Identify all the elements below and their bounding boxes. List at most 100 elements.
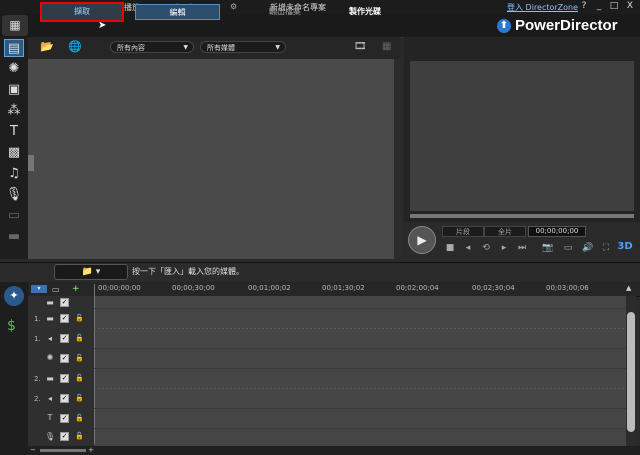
zoom-slider[interactable] <box>40 449 86 452</box>
voiceover-mic-icon[interactable]: 🎙 <box>4 186 24 204</box>
next-frame-icon[interactable]: ▸ <box>498 242 510 254</box>
media-room-icon[interactable]: ▤ <box>4 39 24 57</box>
external-display-icon[interactable]: ▭ <box>562 242 574 254</box>
zoom-out-icon[interactable]: − <box>30 446 36 454</box>
film-mode-icon[interactable]: ▦ <box>2 15 28 36</box>
storyboard-view-icon[interactable]: ▭ <box>52 285 60 294</box>
transition-room-icon[interactable]: ▩ <box>4 144 24 162</box>
track-divider <box>94 428 626 429</box>
lock-icon[interactable]: 🔓 <box>75 432 84 440</box>
track-enable-checkbox[interactable]: ✓ <box>60 414 69 423</box>
hint-text: 按一下「匯入」載入您的媒體。 <box>132 267 244 276</box>
track-enable-checkbox[interactable]: ✓ <box>60 354 69 363</box>
media-library-icon[interactable]: 🎞 <box>354 41 367 52</box>
particle-room-icon[interactable]: ⁂ <box>4 102 24 120</box>
pip-room-icon[interactable]: ▣ <box>4 81 24 99</box>
room-toolbar: ▤ ✺ ▣ ⁂ T ▩ ♫ 🎙 ▭ ▬ <box>0 37 29 259</box>
collapse-handle[interactable] <box>28 155 34 171</box>
tab-capture[interactable]: 擷取 <box>40 2 124 22</box>
powerdirector-logo-icon: ⬆ <box>497 18 511 33</box>
media-filter-value: 所有媒體 <box>207 44 235 52</box>
timeline-scroll-thumb[interactable] <box>627 312 635 432</box>
movie-mode-button[interactable]: 全片 <box>484 226 526 237</box>
lock-icon[interactable]: 🔓 <box>75 334 84 342</box>
ruler-label: 00;03;00;06 <box>546 284 589 292</box>
ruler-label: 00;02;00;04 <box>396 284 439 292</box>
magic-tools-icon[interactable]: ✦ <box>4 286 24 306</box>
previous-frame-icon[interactable]: ◂ <box>462 242 474 254</box>
clip-mode-button[interactable]: 片段 <box>442 226 484 237</box>
lock-icon[interactable]: 🔓 <box>75 394 84 402</box>
track-number: 1. <box>34 315 41 323</box>
lock-icon[interactable]: 🔓 <box>75 354 84 362</box>
maximize-button[interactable]: □ <box>608 1 620 12</box>
ruler-label: 00;02;30;04 <box>472 284 515 292</box>
timeline-scroll-up-icon[interactable]: ▲ <box>626 284 631 292</box>
chapter-room-icon[interactable]: ▭ <box>4 207 24 225</box>
login-directorzone-link[interactable]: 登入 DirectorZone <box>507 2 578 13</box>
brand: ⬆ PowerDirector <box>497 14 618 37</box>
play-button[interactable]: ▶ <box>408 226 436 254</box>
track-enable-checkbox[interactable]: ✓ <box>60 432 69 441</box>
timeline-view-icon[interactable]: ▾ <box>31 285 47 293</box>
lock-icon[interactable]: 🔓 <box>75 414 84 422</box>
title-track-icon: T <box>47 413 53 422</box>
help-button[interactable]: ? <box>578 1 590 12</box>
library-scrollbar[interactable] <box>394 59 402 259</box>
ruler-label: 00;00;30;00 <box>172 284 215 292</box>
download-globe-icon[interactable]: 🌐 <box>68 40 82 53</box>
stop-icon[interactable]: ■ <box>444 242 456 254</box>
track-enable-checkbox[interactable]: ✓ <box>60 374 69 383</box>
track-divider <box>94 408 626 409</box>
library-menu-icon[interactable]: ▦ <box>382 41 391 52</box>
track-enable-checkbox[interactable]: ✓ <box>60 334 69 343</box>
tab-create-disc[interactable]: 製作光碟 <box>330 4 400 20</box>
lock-icon[interactable]: 🔓 <box>75 314 84 322</box>
tab-produce[interactable]: 輸出檔案 <box>240 4 330 20</box>
title-room-icon[interactable]: T <box>4 123 24 141</box>
magic-music-icon[interactable]: $ <box>7 318 16 334</box>
track-enable-checkbox[interactable]: ✓ <box>60 298 69 307</box>
lock-icon[interactable]: 🔓 <box>75 374 84 382</box>
folder-dropdown-button[interactable]: 📁 ▾ <box>54 264 128 280</box>
audio-track-icon: ◂ <box>47 334 52 343</box>
media-filter-dropdown[interactable]: 所有媒體 ▼ <box>200 41 286 53</box>
ruler-label: 00;01;30;02 <box>322 284 365 292</box>
track-enable-checkbox[interactable]: ✓ <box>60 394 69 403</box>
audio-mixing-icon[interactable]: ♫ <box>4 165 24 183</box>
minimize-button[interactable]: _ <box>593 1 605 12</box>
timecode-display[interactable]: 00;00;00;00 <box>528 226 586 237</box>
zoom-in-icon[interactable]: + <box>88 446 94 454</box>
fast-forward-icon[interactable]: ⏭ <box>516 242 528 254</box>
fullscreen-icon[interactable]: ⛶ <box>600 242 612 254</box>
track-enable-checkbox[interactable]: ✓ <box>60 314 69 323</box>
loop-icon[interactable]: ⟲ <box>480 242 492 254</box>
content-filter-dropdown[interactable]: 所有內容 ▼ <box>110 41 194 53</box>
snapshot-camera-icon[interactable]: 📷 <box>542 242 554 254</box>
3d-mode-button[interactable]: 3D <box>616 240 634 254</box>
add-track-icon[interactable]: + <box>72 284 80 294</box>
audio-track-icon: ◂ <box>47 394 52 403</box>
track-number: 2. <box>34 375 41 383</box>
brand-name: PowerDirector <box>515 17 618 34</box>
track-divider <box>94 348 626 349</box>
subtitle-room-icon[interactable]: ▬ <box>4 228 24 246</box>
import-folder-icon[interactable]: 📂 <box>40 40 54 53</box>
close-button[interactable]: X <box>624 1 636 12</box>
track-divider <box>94 388 626 389</box>
settings-gear-icon[interactable]: ⚙ <box>230 2 237 11</box>
volume-icon[interactable]: 🔊 <box>582 242 594 254</box>
effect-room-icon[interactable]: ✺ <box>4 60 24 78</box>
video-track-icon: ▬ <box>46 298 54 307</box>
video-track-icon: ▬ <box>46 314 54 323</box>
preview-screen <box>410 61 634 211</box>
media-library-area[interactable] <box>28 59 394 259</box>
chevron-down-icon: ▼ <box>275 44 280 51</box>
tab-edit[interactable]: 編輯 <box>135 4 220 20</box>
mouse-cursor-icon: ➤ <box>98 20 107 31</box>
voice-track-mic-icon: 🎙 <box>44 432 56 441</box>
preview-seek-slider[interactable] <box>410 214 634 218</box>
timeline-tracks[interactable] <box>94 296 626 446</box>
ruler-label: 00;00;00;00 <box>98 284 141 292</box>
chevron-down-icon: ▼ <box>183 44 188 51</box>
